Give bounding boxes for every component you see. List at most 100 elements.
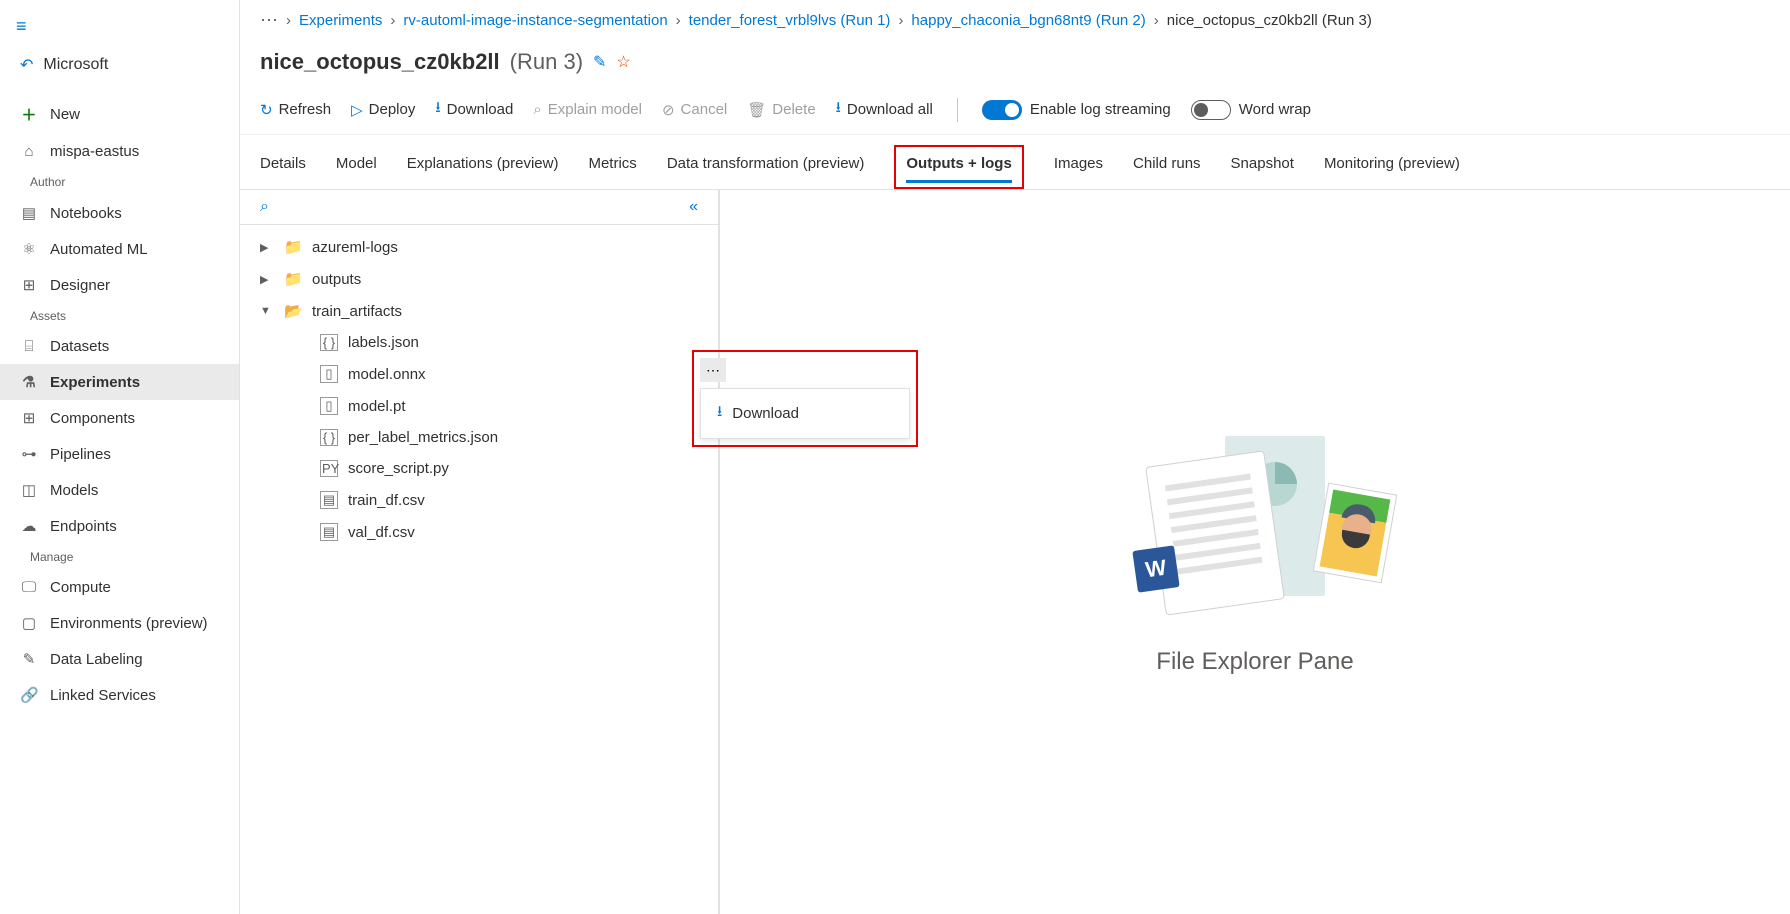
search-icon[interactable]: ⌕	[260, 198, 269, 216]
sidebar-item-models[interactable]: ◫ Models	[0, 472, 239, 508]
folder-row[interactable]: ▼ 📂 train_artifacts	[240, 295, 718, 327]
file-name: labels.json	[348, 334, 419, 351]
sidebar-item-label: Automated ML	[50, 241, 148, 258]
endpoints-icon: ☁	[20, 517, 38, 535]
link-icon: 🔗	[20, 686, 38, 704]
download-all-button[interactable]: ⭳Download all	[836, 97, 933, 122]
context-menu-download[interactable]: ⭳ Download	[705, 393, 905, 434]
tab-outputs-logs[interactable]: Outputs + logs	[906, 151, 1011, 183]
main-content: ⋯ › Experiments › rv-automl-image-instan…	[240, 0, 1790, 914]
breadcrumb-item[interactable]: Experiments	[299, 12, 382, 29]
sidebar-item-data-labeling[interactable]: ✎ Data Labeling	[0, 641, 239, 677]
preview-title: File Explorer Pane	[1156, 648, 1353, 676]
breadcrumb-item[interactable]: tender_forest_vrbl9lvs (Run 1)	[689, 12, 891, 29]
toolbar-separator	[957, 98, 958, 122]
json-file-icon: { }	[320, 334, 338, 351]
context-menu: ⭳ Download	[700, 388, 910, 439]
sidebar-item-label: Data Labeling	[50, 651, 143, 668]
file-row[interactable]: ▯model.onnx	[240, 358, 718, 390]
back-button[interactable]: ↶ Microsoft	[0, 45, 239, 85]
sidebar: ≡ ↶ Microsoft ＋ New ⌂ mispa-eastus Autho…	[0, 0, 240, 914]
edit-icon[interactable]: ✎	[593, 52, 606, 72]
sidebar-item-notebooks[interactable]: ▤ Notebooks	[0, 195, 239, 231]
sidebar-item-environments[interactable]: ▢ Environments (preview)	[0, 605, 239, 641]
tab-model[interactable]: Model	[336, 147, 377, 189]
breadcrumb-item[interactable]: rv-automl-image-instance-segmentation	[403, 12, 667, 29]
sidebar-item-linked-services[interactable]: 🔗 Linked Services	[0, 677, 239, 713]
tab-images[interactable]: Images	[1054, 147, 1103, 189]
python-file-icon: PY	[320, 460, 338, 477]
sidebar-item-automated-ml[interactable]: ⚛ Automated ML	[0, 231, 239, 267]
cancel-button: ⊘Cancel	[662, 101, 727, 119]
page-title-row: nice_octopus_cz0kb2ll (Run 3) ✎ ☆	[240, 41, 1790, 91]
sidebar-item-label: Pipelines	[50, 446, 111, 463]
components-icon: ⊞	[20, 409, 38, 427]
file-row[interactable]: { } labels.json	[240, 327, 718, 358]
sidebar-item-label: Environments (preview)	[50, 615, 208, 632]
run-name: nice_octopus_cz0kb2ll	[260, 49, 500, 75]
sidebar-item-pipelines[interactable]: ⊶ Pipelines	[0, 436, 239, 472]
file-row[interactable]: ▯model.pt	[240, 390, 718, 422]
sidebar-item-components[interactable]: ⊞ Components	[0, 400, 239, 436]
log-streaming-toggle[interactable]	[982, 100, 1022, 120]
context-menu-highlight: ⋯ ⭳ Download	[692, 350, 918, 447]
file-icon: ▯	[320, 365, 338, 383]
back-label: Microsoft	[43, 56, 108, 74]
hamburger-icon[interactable]: ≡	[16, 16, 27, 36]
folder-icon: 📁	[284, 238, 302, 256]
csv-file-icon: ▤	[320, 523, 338, 541]
sidebar-item-experiments[interactable]: ⚗ Experiments	[0, 364, 239, 400]
file-name: score_script.py	[348, 460, 449, 477]
json-file-icon: { }	[320, 429, 338, 446]
deploy-button[interactable]: ▷Deploy	[351, 101, 415, 119]
tab-monitoring[interactable]: Monitoring (preview)	[1324, 147, 1460, 189]
section-label-assets: Assets	[0, 303, 239, 329]
download-icon: ⭳	[435, 97, 440, 122]
folder-row[interactable]: ▶ 📁 azureml-logs	[240, 231, 718, 263]
designer-icon: ⊞	[20, 276, 38, 294]
chevron-right-icon: ›	[898, 12, 903, 29]
file-row[interactable]: PY score_script.py	[240, 453, 718, 484]
toggle-label: Word wrap	[1239, 101, 1311, 118]
refresh-icon: ↻	[260, 101, 273, 119]
word-wrap-toggle[interactable]	[1191, 100, 1231, 120]
folder-icon: 📁	[284, 270, 302, 288]
download-button[interactable]: ⭳Download	[435, 97, 513, 122]
tab-metrics[interactable]: Metrics	[588, 147, 636, 189]
sidebar-item-datasets[interactable]: ⌸ Datasets	[0, 329, 239, 364]
notebook-icon: ▤	[20, 204, 38, 222]
back-arrow-icon: ↶	[20, 55, 33, 75]
chevron-right-icon: ›	[390, 12, 395, 29]
file-row[interactable]: ▤ val_df.csv	[240, 516, 718, 548]
sidebar-item-new[interactable]: ＋ New	[0, 95, 239, 134]
breadcrumb-more-icon[interactable]: ⋯	[260, 10, 278, 31]
file-name: val_df.csv	[348, 524, 415, 541]
file-row[interactable]: { }per_label_metrics.json	[240, 422, 718, 453]
chevron-right-icon: ›	[286, 12, 291, 29]
tab-explanations[interactable]: Explanations (preview)	[407, 147, 559, 189]
sidebar-item-home[interactable]: ⌂ mispa-eastus	[0, 134, 239, 169]
download-icon: ⭳	[836, 97, 841, 122]
refresh-button[interactable]: ↻Refresh	[260, 101, 331, 119]
star-icon[interactable]: ☆	[616, 52, 630, 72]
sidebar-item-label: Compute	[50, 579, 111, 596]
sidebar-item-endpoints[interactable]: ☁ Endpoints	[0, 508, 239, 544]
content-area: ⌕ « ▶ 📁 azureml-logs ▶ 📁 outputs ▼ 📂 tra	[240, 190, 1790, 914]
tabs: Details Model Explanations (preview) Met…	[240, 135, 1790, 190]
tab-data-transformation[interactable]: Data transformation (preview)	[667, 147, 865, 189]
sidebar-item-compute[interactable]: 🖵 Compute	[0, 570, 239, 605]
breadcrumb-item[interactable]: happy_chaconia_bgn68nt9 (Run 2)	[911, 12, 1145, 29]
sidebar-item-designer[interactable]: ⊞ Designer	[0, 267, 239, 303]
file-row[interactable]: ▤train_df.csv	[240, 484, 718, 516]
labeling-icon: ✎	[20, 650, 38, 668]
tab-child-runs[interactable]: Child runs	[1133, 147, 1201, 189]
toolbar: ↻Refresh ▷Deploy ⭳Download ⌕Explain mode…	[240, 91, 1790, 135]
tab-details[interactable]: Details	[260, 147, 306, 189]
folder-row[interactable]: ▶ 📁 outputs	[240, 263, 718, 295]
sidebar-item-label: Components	[50, 410, 135, 427]
collapse-panel-icon[interactable]: «	[689, 198, 698, 216]
tab-snapshot[interactable]: Snapshot	[1231, 147, 1294, 189]
file-tree: ▶ 📁 azureml-logs ▶ 📁 outputs ▼ 📂 train_a…	[240, 225, 718, 554]
delete-button: 🗑Delete	[747, 101, 815, 119]
file-more-button[interactable]: ⋯	[700, 358, 726, 382]
